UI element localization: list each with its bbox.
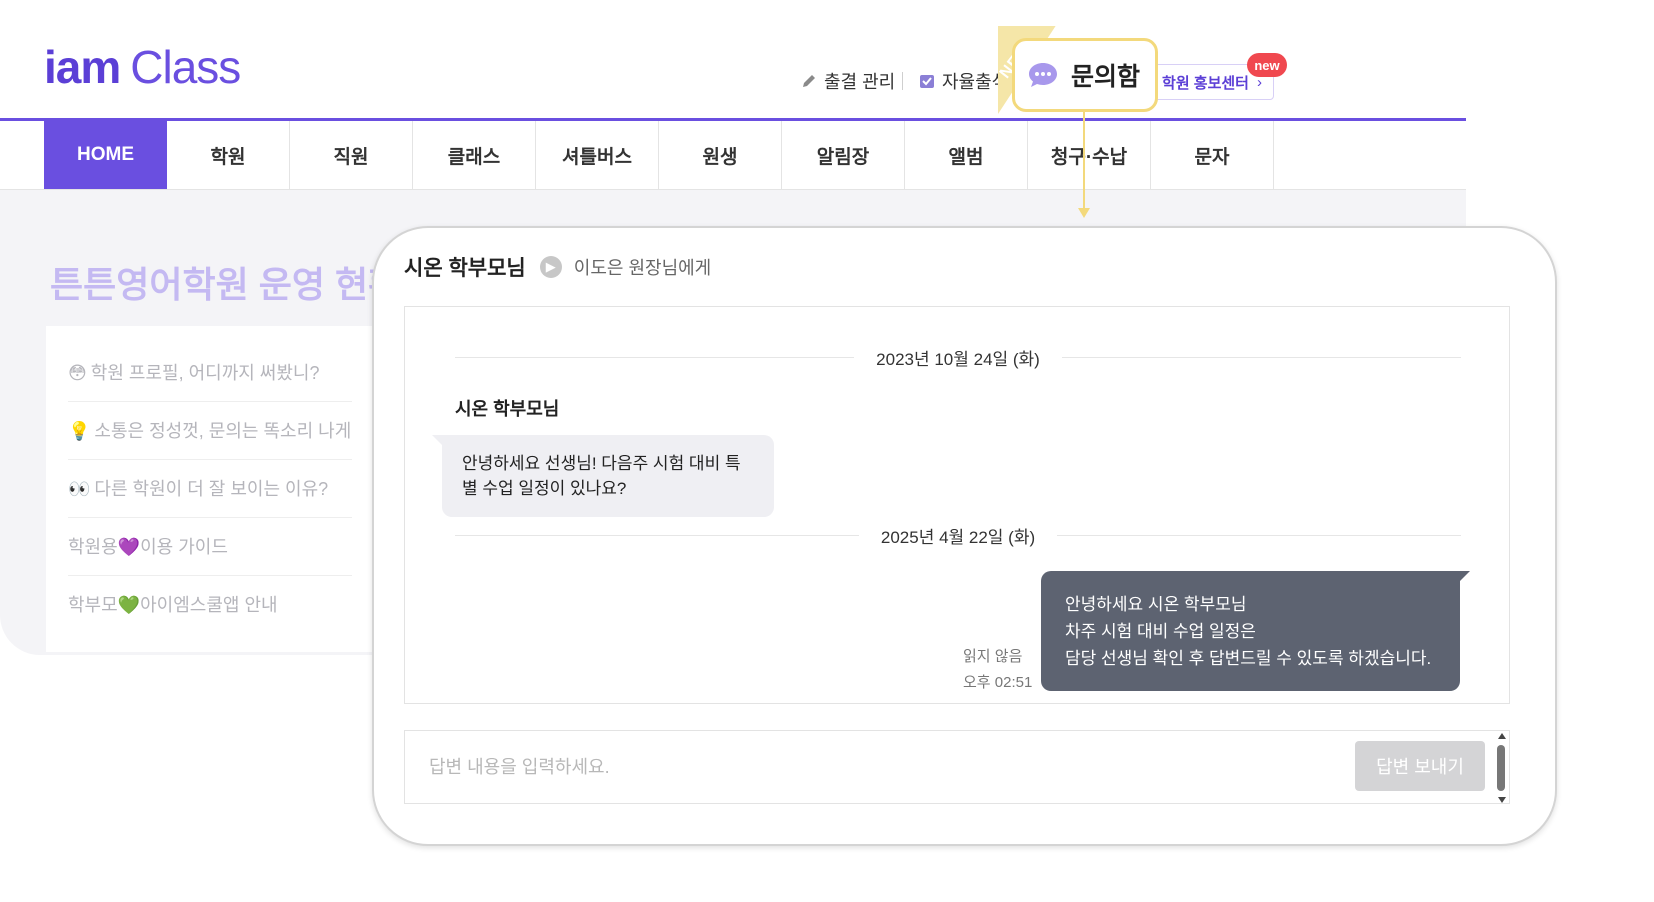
- chat-bubble-icon: [1027, 61, 1059, 89]
- guide-item-visibility[interactable]: 👀 다른 학원이 더 잘 보이는 이유?: [68, 460, 352, 518]
- reply-area: 답변 보내기: [404, 730, 1510, 804]
- incoming-message: 안녕하세요 선생님! 다음주 시험 대비 특 별 수업 일정이 있나요?: [432, 435, 774, 517]
- arrow-right-icon: ▶: [539, 256, 562, 278]
- promo-center-label: 학원 홍보센터: [1162, 74, 1249, 92]
- guide-item-label: 학원 프로필, 어디까지 써봤니?: [90, 363, 320, 383]
- date-divider: 2025년 4월 22일 (화): [455, 523, 1462, 547]
- callout-pointer-line: [1083, 112, 1085, 210]
- outgoing-line: 차주 시험 대비 수업 일정은: [1065, 622, 1256, 641]
- reply-scrollbar[interactable]: [1497, 733, 1507, 803]
- reply-input[interactable]: [405, 731, 1345, 803]
- inquiry-popup: 시온 학부모님 ▶ 이도은 원장님에게 2023년 10월 24일 (화) 시온…: [372, 226, 1557, 846]
- app-logo[interactable]: iam Class: [44, 40, 241, 100]
- util-divider: [902, 72, 903, 90]
- new-badge: new: [1247, 53, 1287, 77]
- incoming-line: 별 수업 일정이 있나요?: [462, 479, 627, 498]
- pencil-icon: [800, 72, 818, 90]
- self-check-link[interactable]: 자율출석: [918, 68, 1008, 94]
- scroll-thumb[interactable]: [1497, 745, 1505, 791]
- message-thread[interactable]: 2023년 10월 24일 (화) 시온 학부모님 안녕하세요 선생님! 다음주…: [404, 306, 1510, 704]
- nav-billing[interactable]: 청구·수납: [1028, 121, 1151, 189]
- guide-item-communication[interactable]: 💡 소통은 정성껏, 문의는 똑소리 나게: [68, 402, 352, 460]
- dashboard-title: 튼튼영어학원 운영 현황: [50, 264, 402, 305]
- lightbulb-icon: 💡: [68, 421, 91, 441]
- nav-academy[interactable]: 학원: [167, 121, 290, 189]
- callout-arrow-down-icon: [1078, 208, 1090, 218]
- guide-item-label: 학원용💜이용 가이드: [68, 537, 228, 557]
- date-label: 2025년 4월 22일 (화): [880, 527, 1036, 547]
- scroll-up-icon[interactable]: [1498, 733, 1506, 739]
- nav-students[interactable]: 원생: [659, 121, 782, 189]
- inquiry-header: 시온 학부모님 ▶ 이도은 원장님에게: [404, 252, 711, 282]
- inquiry-recipient: 이도은 원장님에게: [573, 258, 712, 278]
- logo-part-2: Class: [130, 41, 241, 93]
- attendance-label: 출결 관리: [824, 72, 896, 92]
- guide-item-label: 학부모💚아이엠스쿨앱 안내: [68, 595, 278, 615]
- logo-part-1: iam: [44, 41, 121, 93]
- inbox-callout[interactable]: 문의함: [1012, 38, 1158, 112]
- nav-notice[interactable]: 알림장: [782, 121, 905, 189]
- guide-card: 😳 학원 프로필, 어디까지 써봤니? 💡 소통은 정성껏, 문의는 똑소리 나게 …: [46, 326, 386, 652]
- guide-item-label: 다른 학원이 더 잘 보이는 이유?: [94, 479, 329, 499]
- check-calendar-icon: [918, 72, 936, 90]
- scroll-down-icon[interactable]: [1498, 797, 1506, 803]
- guide-item-label: 소통은 정성껏, 문의는 똑소리 나게: [94, 421, 352, 441]
- outgoing-message: 안녕하세요 시온 학부모님 차주 시험 대비 수업 일정은 담당 선생님 확인 …: [1041, 571, 1470, 691]
- guide-item-academy-guide[interactable]: 학원용💜이용 가이드: [68, 518, 352, 576]
- flushed-face-icon: 😳: [68, 363, 87, 383]
- inbox-label: 문의함: [1071, 63, 1141, 91]
- nav-class[interactable]: 클래스: [413, 121, 536, 189]
- nav-home[interactable]: HOME: [44, 121, 167, 189]
- nav-staff[interactable]: 직원: [290, 121, 413, 189]
- sent-time: 오후 02:51: [963, 674, 1033, 691]
- date-divider: 2023년 10월 24일 (화): [455, 345, 1462, 369]
- main-nav: HOME 학원 직원 클래스 셔틀버스 원생 알림장 앨범 청구·수납 문자: [44, 121, 1274, 189]
- nav-shuttle[interactable]: 셔틀버스: [536, 121, 659, 189]
- attendance-link[interactable]: 출결 관리: [800, 68, 895, 94]
- guide-item-profile[interactable]: 😳 학원 프로필, 어디까지 써봤니?: [68, 344, 352, 402]
- send-reply-button[interactable]: 답변 보내기: [1355, 741, 1485, 791]
- read-status: 읽지 않음: [963, 648, 1023, 665]
- date-label: 2023년 10월 24일 (화): [876, 349, 1040, 369]
- inquiry-sender: 시온 학부모님: [404, 257, 526, 280]
- incoming-sender-name: 시온 학부모님: [455, 399, 560, 419]
- eyes-icon: 👀: [68, 479, 91, 499]
- outgoing-line: 안녕하세요 시온 학부모님: [1065, 595, 1247, 614]
- incoming-line: 안녕하세요 선생님! 다음주 시험 대비 특: [462, 454, 741, 473]
- nav-album[interactable]: 앨범: [905, 121, 1028, 189]
- guide-item-parent-app[interactable]: 학부모💚아이엠스쿨앱 안내: [68, 576, 352, 634]
- outgoing-line: 담당 선생님 확인 후 답변드릴 수 있도록 하겠습니다.: [1065, 649, 1432, 668]
- nav-sms[interactable]: 문자: [1151, 121, 1274, 189]
